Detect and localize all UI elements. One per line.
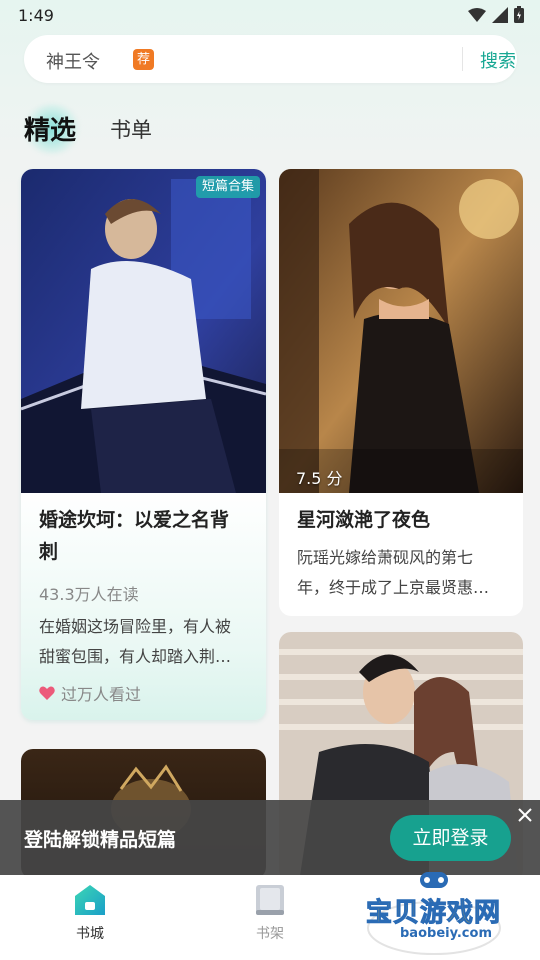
book-title-line2: 刺 — [39, 541, 59, 563]
close-icon[interactable] — [516, 806, 534, 824]
nav-bookstore[interactable]: 书城 — [50, 883, 130, 943]
watermark-logo: 宝贝游戏网 baobeiy.com — [360, 866, 508, 956]
search-input[interactable]: 神王令 — [46, 48, 100, 74]
book-description-line2: 年，终于成了上京最贤惠… — [297, 578, 490, 597]
status-time: 1:49 — [18, 6, 54, 25]
book-title: 星河潋滟了夜色 — [297, 509, 431, 531]
book-description: 阮瑶光嫁给萧砚风的第七 — [297, 548, 474, 567]
book-card[interactable]: 7.5 分 星河潋滟了夜色 阮瑶光嫁给萧砚风的第七 年，终于成了上京最贤惠… — [279, 169, 523, 616]
nav-bookstore-label: 书城 — [76, 926, 104, 942]
signal-icon — [492, 6, 508, 23]
book-cover — [21, 169, 266, 493]
watermark-title: 宝贝游戏网 — [365, 898, 502, 929]
search-button[interactable]: 搜索 — [480, 47, 516, 73]
nav-bookshelf-label: 书架 — [256, 926, 284, 942]
book-title: 婚途坎坷：以爱之名背 — [39, 509, 230, 531]
bookstore-icon — [75, 885, 105, 915]
view-count: 过万人看过 — [39, 681, 141, 705]
score-label: 7.5 分 — [296, 469, 343, 488]
status-bar: 1:49 — [0, 0, 540, 32]
book-card[interactable]: 短篇合集 婚途坎坷：以爱之名背 刺 43.3万人在读 在婚姻这场冒险里，有人被 … — [21, 169, 266, 720]
bookshelf-icon — [256, 885, 284, 915]
collection-badge: 短篇合集 — [195, 176, 260, 198]
book-description: 在婚姻这场冒险里，有人被 — [39, 617, 232, 636]
recommend-tag: 荐 — [133, 49, 154, 70]
nav-bookshelf[interactable]: 书架 — [230, 883, 310, 943]
battery-icon — [514, 6, 524, 23]
tab-booklist[interactable]: 书单 — [110, 114, 152, 144]
status-icons — [468, 6, 524, 23]
login-button[interactable]: 立即登录 — [390, 815, 511, 861]
search-divider — [462, 47, 463, 71]
wifi-icon — [468, 7, 486, 22]
tab-featured[interactable]: 精选 — [24, 110, 76, 147]
book-cover — [279, 169, 523, 493]
watermark-url: baobeiy.com — [400, 926, 492, 941]
view-count-label: 过万人看过 — [61, 685, 142, 704]
login-banner: 登陆解锁精品短篇 立即登录 — [0, 800, 540, 875]
login-prompt: 登陆解锁精品短篇 — [24, 829, 177, 851]
search-bar[interactable]: 神王令 荐 搜索 — [24, 35, 517, 83]
book-description-line2: 甜蜜包围，有人却踏入荆… — [39, 647, 232, 666]
reader-count: 43.3万人在读 — [39, 585, 139, 604]
heart-icon — [39, 686, 55, 700]
